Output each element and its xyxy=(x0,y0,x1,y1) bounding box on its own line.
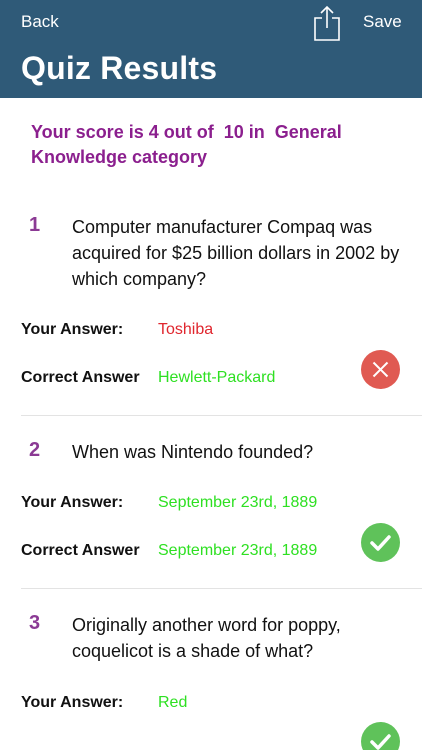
correct-answer-value: September 23rd, 1889 xyxy=(158,542,318,559)
question-text: When was Nintendo founded? xyxy=(72,442,314,462)
back-button[interactable]: Back xyxy=(21,12,59,32)
correct-answer-label: Correct Answer xyxy=(21,542,140,559)
question-number: 2 xyxy=(29,439,41,461)
check-icon xyxy=(361,523,400,562)
your-answer-label: Your Answer: xyxy=(21,494,124,511)
check-icon xyxy=(361,722,400,750)
share-icon[interactable] xyxy=(312,4,342,42)
correct-answer-label: Correct Answer xyxy=(21,369,140,386)
question-text: Computer manufacturer Compaq was acquire… xyxy=(72,217,400,289)
your-answer-label: Your Answer: xyxy=(21,694,124,711)
your-answer-value: Red xyxy=(158,694,188,711)
your-answer-value: Toshiba xyxy=(158,321,214,338)
nav-header: Back Save Quiz Results xyxy=(0,0,422,98)
page-title: Quiz Results xyxy=(21,50,218,86)
your-answer-label: Your Answer: xyxy=(21,321,124,338)
divider xyxy=(21,415,422,416)
your-answer-value: September 23rd, 1889 xyxy=(158,494,318,511)
correct-answer-value: Hewlett-Packard xyxy=(158,369,276,386)
save-button[interactable]: Save xyxy=(363,12,402,32)
question-number: 3 xyxy=(29,612,41,634)
question-text: Originally another word for poppy, coque… xyxy=(72,615,341,661)
question-number: 1 xyxy=(29,214,41,236)
score-summary: Your score is 4 out of 10 in General Kno… xyxy=(31,122,347,167)
wrong-answer-icon xyxy=(361,350,400,389)
divider xyxy=(21,588,422,589)
